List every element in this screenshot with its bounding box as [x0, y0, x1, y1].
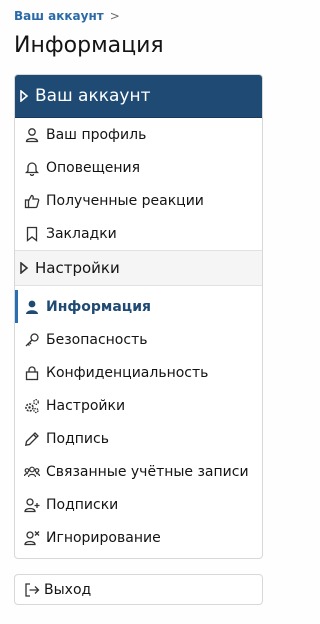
- sidebar-item-signature[interactable]: Подпись: [15, 422, 262, 455]
- breadcrumb[interactable]: Ваш аккаунт >: [14, 9, 120, 23]
- sidebar-item-reactions[interactable]: Полученные реакции: [15, 184, 262, 217]
- sign-out-icon: [24, 582, 40, 598]
- account-nav-block: Ваш аккаунт Ваш профиль Оповещения Получ…: [14, 74, 263, 559]
- sidebar-item-label: Связанные учётные записи: [46, 463, 249, 480]
- sidebar-item-label: Ваш профиль: [46, 126, 147, 143]
- sidebar-item-information[interactable]: Информация: [15, 290, 262, 323]
- caret-right-icon: [20, 262, 29, 274]
- sidebar-item-privacy[interactable]: Конфиденциальность: [15, 356, 262, 389]
- sidebar-item-label: Настройки: [46, 397, 126, 414]
- sidebar-item-label: Подпись: [46, 430, 109, 447]
- page-title: Информация: [14, 33, 164, 58]
- sidebar-item-profile[interactable]: Ваш профиль: [15, 118, 262, 151]
- sidebar-item-following[interactable]: Подписки: [15, 488, 262, 521]
- settings-section-header[interactable]: Настройки: [15, 250, 262, 286]
- user-icon: [24, 299, 40, 315]
- sidebar-item-ignoring[interactable]: Игнорирование: [15, 521, 262, 554]
- sidebar-item-bookmarks[interactable]: Закладки: [15, 217, 262, 250]
- lock-icon: [24, 365, 40, 381]
- sidebar-item-label: Подписки: [46, 496, 119, 513]
- users-icon: [24, 464, 40, 480]
- cogs-icon: [24, 398, 40, 414]
- caret-right-icon: [20, 90, 29, 102]
- sidebar-item-label: Конфиденциальность: [46, 364, 209, 381]
- user-icon: [24, 127, 40, 143]
- key-icon: [24, 332, 40, 348]
- sidebar-item-label: Игнорирование: [46, 529, 161, 546]
- logout-label: Выход: [44, 581, 92, 598]
- sidebar-item-label: Оповещения: [46, 159, 141, 176]
- sidebar-item-label: Информация: [46, 298, 151, 315]
- user-plus-icon: [24, 497, 40, 513]
- account-block-header[interactable]: Ваш аккаунт: [15, 75, 262, 118]
- thumbs-up-icon: [24, 193, 40, 209]
- sidebar-item-label: Закладки: [46, 225, 117, 242]
- settings-section-title: Настройки: [35, 259, 120, 277]
- sidebar-item-label: Безопасность: [46, 331, 148, 348]
- sidebar-item-alerts[interactable]: Оповещения: [15, 151, 262, 184]
- sidebar-item-preferences[interactable]: Настройки: [15, 389, 262, 422]
- user-times-icon: [24, 530, 40, 546]
- sidebar-item-security[interactable]: Безопасность: [15, 323, 262, 356]
- sidebar-item-label: Полученные реакции: [46, 192, 204, 209]
- breadcrumb-link[interactable]: Ваш аккаунт: [14, 9, 104, 23]
- pen-icon: [24, 431, 40, 447]
- chevron-right-icon: >: [109, 9, 120, 23]
- account-block-title: Ваш аккаунт: [35, 86, 151, 106]
- bell-icon: [24, 160, 40, 176]
- bookmark-icon: [24, 226, 40, 242]
- logout-button[interactable]: Выход: [14, 574, 263, 605]
- sidebar-item-connected-accounts[interactable]: Связанные учётные записи: [15, 455, 262, 488]
